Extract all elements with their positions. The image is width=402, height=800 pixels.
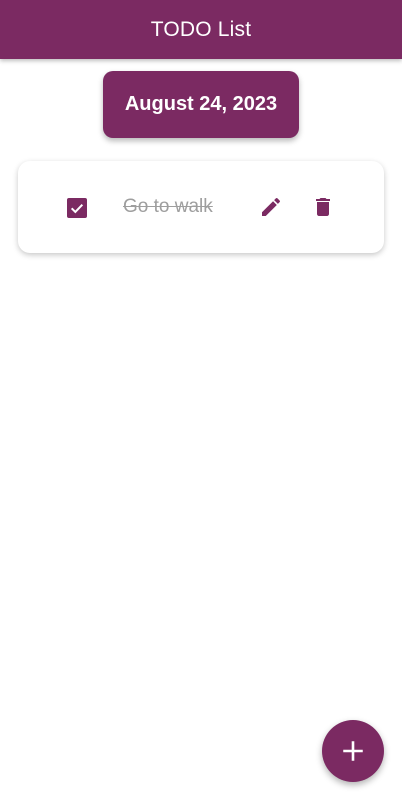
todo-item: Go to walk	[18, 161, 384, 253]
date-chip[interactable]: August 24, 2023	[103, 71, 299, 138]
add-todo-button[interactable]	[322, 720, 384, 782]
trash-icon	[316, 198, 330, 216]
todo-checkbox[interactable]	[67, 198, 87, 218]
delete-button[interactable]	[308, 192, 338, 222]
edit-button[interactable]	[256, 192, 286, 222]
todo-app: TODO List August 24, 2023 Go to walk	[0, 0, 402, 800]
check-box-icon	[70, 203, 84, 214]
date-label: August 24, 2023	[124, 93, 278, 115]
app-title: TODO List	[150, 17, 252, 41]
app-bar: TODO List	[0, 0, 402, 59]
todo-text: Go to walk	[123, 196, 213, 217]
plus-icon	[343, 741, 363, 761]
pencil-icon	[262, 197, 281, 216]
